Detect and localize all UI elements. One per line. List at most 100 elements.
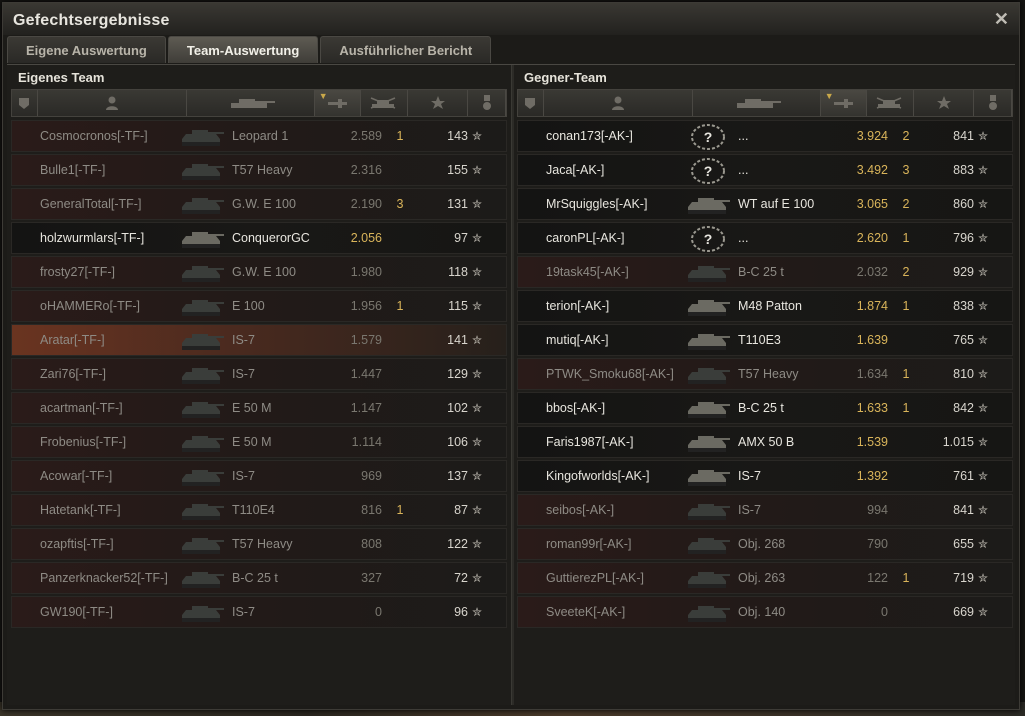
tank-name: G.W. E 100 bbox=[232, 197, 296, 211]
xp-value: 765 bbox=[953, 333, 974, 347]
enemy-player-row[interactable]: PTWK_Smoku68[-AK-] T57 Heavy 1.634 1 810 ✮ bbox=[517, 358, 1013, 390]
xp-star-icon: ✮ bbox=[471, 265, 483, 279]
player-name: bbos[-AK-] bbox=[546, 401, 606, 415]
own-player-row[interactable]: holzwurmlars[-TF-] ConquerorGC 2.056 97 ✮ bbox=[11, 222, 507, 254]
enemy-player-row[interactable]: terion[-AK-] M48 Patton 1.874 1 838 ✮ bbox=[517, 290, 1013, 322]
xp-star-icon: ✮ bbox=[977, 571, 989, 585]
kills-icon[interactable] bbox=[867, 90, 915, 116]
own-player-row[interactable]: GW190[-TF-] IS-7 0 96 ✮ bbox=[11, 596, 507, 628]
tank-name: T110E4 bbox=[232, 503, 275, 517]
xp-star-icon: ✮ bbox=[471, 537, 483, 551]
medal-icon[interactable] bbox=[974, 90, 1012, 116]
player-name: roman99r[-AK-] bbox=[546, 537, 632, 551]
xp-value: 141 bbox=[447, 333, 468, 347]
xp-value: 929 bbox=[953, 265, 974, 279]
enemy-player-row[interactable]: seibos[-AK-] IS-7 994 841 ✮ bbox=[517, 494, 1013, 526]
xp-value: 131 bbox=[447, 197, 468, 211]
tab-team-auswertung[interactable]: Team-Auswertung bbox=[167, 36, 319, 63]
enemy-player-row[interactable]: bbos[-AK-] B-C 25 t 1.633 1 842 ✮ bbox=[517, 392, 1013, 424]
enemy-player-row[interactable]: Jaca[-AK-]?... 3.492 3 883 ✮ bbox=[517, 154, 1013, 186]
player-name: Kingofworlds[-AK-] bbox=[546, 469, 650, 483]
enemy-player-row[interactable]: MrSquiggles[-AK-] WT auf E 100 3.065 2 860 ✮ bbox=[517, 188, 1013, 220]
own-player-row[interactable]: Frobenius[-TF-] E 50 M 1.114 106 ✮ bbox=[11, 426, 507, 458]
own-player-row[interactable]: Panzerknacker52[-TF-] B-C 25 t 327 72 ✮ bbox=[11, 562, 507, 594]
enemy-player-row[interactable]: SveeteK[-AK-] Obj. 140 0 669 ✮ bbox=[517, 596, 1013, 628]
tank-name: ... bbox=[738, 129, 749, 143]
damage-value: 1.633 bbox=[856, 401, 888, 415]
tank-icon[interactable] bbox=[187, 90, 315, 116]
xp-star-icon: ✮ bbox=[977, 231, 989, 245]
xp-star-icon[interactable] bbox=[914, 90, 975, 116]
tab-ausfuehrlicher-bericht[interactable]: Ausführlicher Bericht bbox=[320, 36, 492, 63]
player-name: mutiq[-AK-] bbox=[546, 333, 609, 347]
enemy-player-row[interactable]: roman99r[-AK-] Obj. 268 790 655 ✮ bbox=[517, 528, 1013, 560]
tank-name: IS-7 bbox=[232, 333, 255, 347]
xp-star-icon: ✮ bbox=[977, 503, 989, 517]
xp-star-icon: ✮ bbox=[977, 197, 989, 211]
sort-arrow-icon: ▼ bbox=[318, 91, 328, 101]
own-player-row[interactable]: Cosmocronos[-TF-] Leopard 1 2.589 1 143 ✮ bbox=[11, 120, 507, 152]
own-player-row[interactable]: Bulle1[-TF-] T57 Heavy 2.316 155 ✮ bbox=[11, 154, 507, 186]
enemy-player-row[interactable]: GuttierezPL[-AK-] Obj. 263 122 1 719 ✮ bbox=[517, 562, 1013, 594]
damage-value: 790 bbox=[867, 537, 888, 551]
enemy-player-row[interactable]: caronPL[-AK-]?... 2.620 1 796 ✮ bbox=[517, 222, 1013, 254]
damage-value: 3.492 bbox=[856, 163, 888, 177]
enemy-player-row[interactable]: mutiq[-AK-] T110E3 1.639 765 ✮ bbox=[517, 324, 1013, 356]
own-player-row[interactable]: Zari76[-TF-] IS-7 1.447 129 ✮ bbox=[11, 358, 507, 390]
xp-value: 106 bbox=[447, 435, 468, 449]
xp-value: 115 bbox=[448, 299, 468, 313]
close-icon[interactable]: ✕ bbox=[994, 9, 1009, 30]
xp-value: 137 bbox=[447, 469, 468, 483]
damage-icon[interactable]: ▼ bbox=[314, 90, 361, 116]
xp-star-icon: ✮ bbox=[977, 163, 989, 177]
damage-icon[interactable]: ▼ bbox=[820, 90, 867, 116]
own-player-row[interactable]: Acowar[-TF-] IS-7 969 137 ✮ bbox=[11, 460, 507, 492]
player-icon[interactable] bbox=[38, 90, 188, 116]
tank-icon bbox=[178, 120, 226, 152]
tank-icon[interactable] bbox=[693, 90, 821, 116]
own-team-title: Eigenes Team bbox=[18, 70, 105, 85]
kills-icon[interactable] bbox=[361, 90, 409, 116]
enemy-player-row[interactable]: 19task45[-AK-] B-C 25 t 2.032 2 929 ✮ bbox=[517, 256, 1013, 288]
medal-icon[interactable] bbox=[468, 90, 506, 116]
player-name: MrSquiggles[-AK-] bbox=[546, 197, 648, 211]
own-player-row[interactable]: GeneralTotal[-TF-] G.W. E 100 2.190 3 131 ✮ bbox=[11, 188, 507, 220]
own-player-row[interactable]: acartman[-TF-] E 50 M 1.147 102 ✮ bbox=[11, 392, 507, 424]
xp-star-icon: ✮ bbox=[471, 605, 483, 619]
tank-name: Obj. 140 bbox=[738, 605, 786, 619]
tank-icon bbox=[178, 562, 226, 594]
own-player-row[interactable]: Aratar[-TF-] IS-7 1.579 141 ✮ bbox=[11, 324, 507, 356]
xp-star-icon[interactable] bbox=[408, 90, 469, 116]
damage-value: 969 bbox=[361, 469, 382, 483]
tank-name: T110E3 bbox=[738, 333, 781, 347]
xp-star-icon: ✮ bbox=[471, 469, 483, 483]
damage-value: 1.114 bbox=[351, 435, 382, 449]
own-player-row[interactable]: oHAMMERo[-TF-] E 100 1.956 1 115 ✮ bbox=[11, 290, 507, 322]
enemy-player-row[interactable]: conan173[-AK-]?... 3.924 2 841 ✮ bbox=[517, 120, 1013, 152]
enemy-player-row[interactable]: Faris1987[-AK-] AMX 50 B 1.539 1.015 ✮ bbox=[517, 426, 1013, 458]
tank-name: IS-7 bbox=[232, 367, 255, 381]
tank-name: G.W. E 100 bbox=[232, 265, 296, 279]
tank-icon bbox=[178, 358, 226, 390]
player-name: conan173[-AK-] bbox=[546, 129, 633, 143]
damage-value: 2.316 bbox=[350, 163, 382, 177]
tank-name: IS-7 bbox=[738, 503, 761, 517]
xp-value: 97 bbox=[454, 231, 468, 245]
player-icon[interactable] bbox=[544, 90, 694, 116]
own-player-row[interactable]: ozapftis[-TF-] T57 Heavy 808 122 ✮ bbox=[11, 528, 507, 560]
own-player-row[interactable]: frosty27[-TF-] G.W. E 100 1.980 118 ✮ bbox=[11, 256, 507, 288]
own-player-row[interactable]: Hatetank[-TF-] T110E4 816 1 87 ✮ bbox=[11, 494, 507, 526]
player-name: Aratar[-TF-] bbox=[40, 333, 105, 347]
tank-icon bbox=[178, 154, 226, 186]
squad-icon[interactable] bbox=[518, 90, 544, 116]
player-name: Hatetank[-TF-] bbox=[40, 503, 121, 517]
enemy-player-row[interactable]: Kingofworlds[-AK-] IS-7 1.392 761 ✮ bbox=[517, 460, 1013, 492]
xp-value: 669 bbox=[953, 605, 974, 619]
player-name: Faris1987[-AK-] bbox=[546, 435, 634, 449]
player-name: Panzerknacker52[-TF-] bbox=[40, 571, 168, 585]
own-team-rows: Cosmocronos[-TF-] Leopard 1 2.589 1 143 ✮ Bull… bbox=[11, 120, 507, 628]
tab-eigene-auswertung[interactable]: Eigene Auswertung bbox=[7, 36, 166, 63]
squad-icon[interactable] bbox=[12, 90, 38, 116]
damage-value: 2.190 bbox=[350, 197, 382, 211]
enemy-team-panel: Gegner-Team ▼ conan173[-AK-]?... 3.924 2 84… bbox=[517, 65, 1013, 630]
